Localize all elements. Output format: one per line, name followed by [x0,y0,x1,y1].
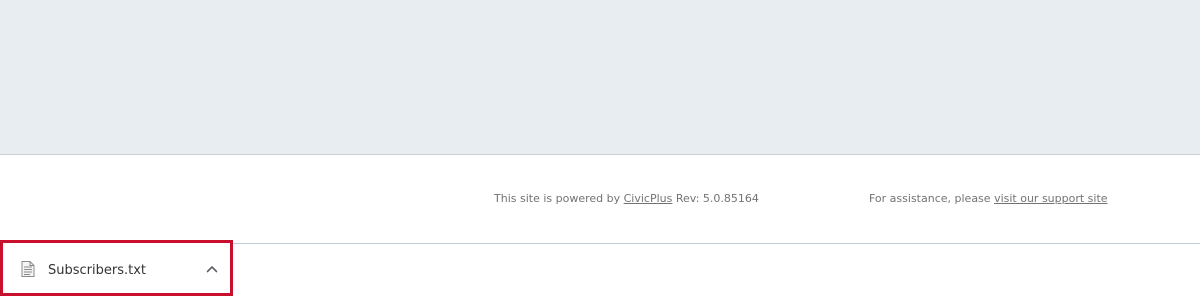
page: This site is powered by CivicPlus Rev: 5… [0,0,1200,301]
powered-by-label: This site is powered by [494,192,624,205]
assistance-label: For assistance, please [869,192,995,205]
revision-text: Rev: 5.0.85164 [672,192,759,205]
content-area [0,0,1200,155]
support-site-link[interactable]: visit our support site [994,192,1107,205]
download-bar: Subscribers.txt [0,240,1200,301]
powered-by-text: This site is powered by CivicPlus Rev: 5… [494,192,759,205]
civicplus-link[interactable]: CivicPlus [624,192,673,205]
text-file-icon [21,261,35,277]
download-item[interactable]: Subscribers.txt [0,240,233,296]
assistance-text: For assistance, please visit our support… [869,192,1108,205]
download-file-name: Subscribers.txt [48,263,147,278]
site-footer: This site is powered by CivicPlus Rev: 5… [0,155,1200,244]
chevron-up-icon[interactable] [206,264,218,274]
